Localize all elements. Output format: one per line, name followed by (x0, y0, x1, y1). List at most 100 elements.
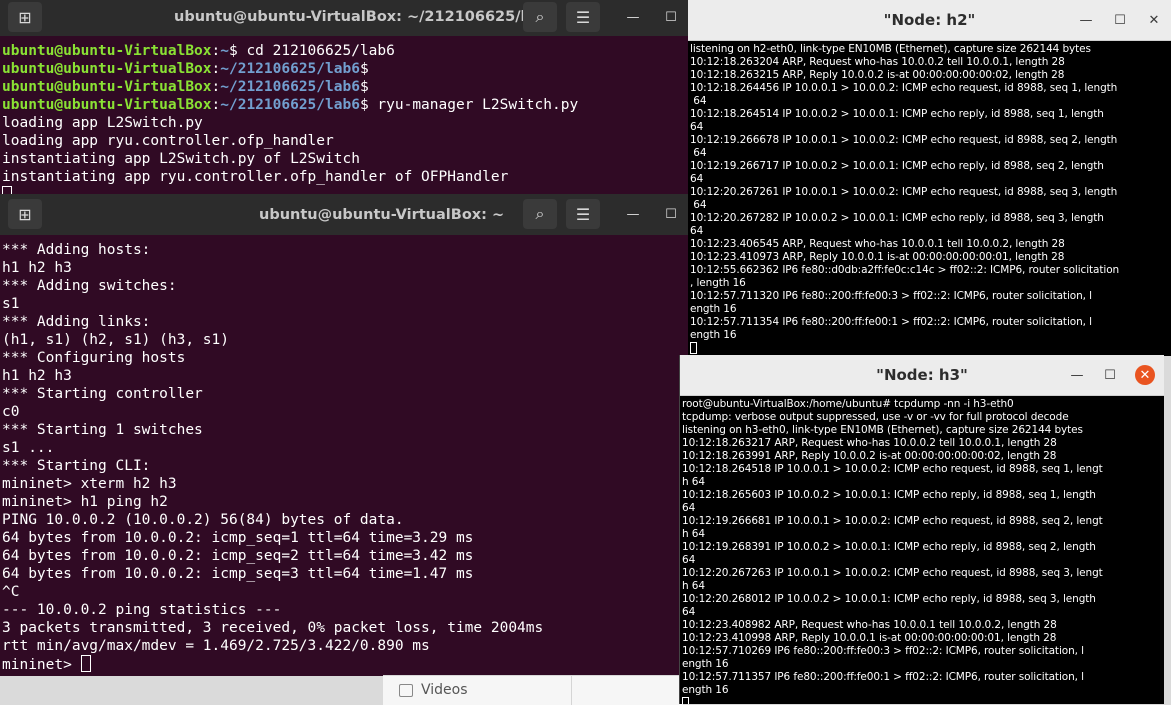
terminal-line: loading app L2Switch.py (2, 114, 688, 132)
output-text: *** Starting CLI: (2, 458, 151, 474)
minimize-button[interactable]: — (1067, 365, 1087, 385)
output-text: instantiating app L2Switch.py of L2Switc… (2, 151, 360, 167)
minimize-button[interactable]: — (622, 203, 644, 225)
minimize-button[interactable]: — (622, 6, 644, 28)
xterm-line: 64 (682, 502, 696, 514)
maximize-icon: ☐ (665, 206, 677, 222)
maximize-icon: ☐ (1104, 367, 1116, 383)
terminal-line: *** Adding switches: (2, 277, 688, 295)
xterm-line: 10:12:19.266717 IP 10.0.0.2 > 10.0.0.1: … (690, 160, 1104, 172)
terminal-line: instantiating app ryu.controller.ofp_han… (2, 168, 688, 186)
xterm-line: 10:12:20.267261 IP 10.0.0.1 > 10.0.0.2: … (690, 186, 1118, 198)
new-tab-button[interactable]: ⊞ (8, 199, 42, 229)
terminal-titlebar[interactable]: ⊞ ubuntu@ubuntu-VirtualBox: ~/212106625/… (0, 0, 688, 36)
prompt-path: ~/212106625/lab6 (220, 79, 360, 95)
terminal-output[interactable]: *** Adding hosts: h1 h2 h3 *** Adding swit… (0, 235, 688, 676)
terminal-cursor (682, 697, 689, 704)
output-text: mininet> (2, 657, 81, 673)
command-text: cd 212106625/lab6 (237, 43, 395, 59)
terminal-line: ubuntu@ubuntu-VirtualBox:~/212106625/lab… (2, 97, 579, 113)
prompt-path: ~ (220, 43, 229, 59)
terminal-line: h1 h2 h3 (2, 367, 688, 385)
hamburger-menu-icon: ☰ (575, 7, 591, 27)
close-button[interactable]: ✕ (1144, 10, 1164, 30)
close-icon: ✕ (1139, 367, 1151, 383)
maximize-button[interactable]: ☐ (660, 203, 682, 225)
terminal-line (2, 186, 688, 194)
xterm-line: 64 (690, 95, 707, 107)
output-text: 64 bytes from 10.0.0.2: icmp_seq=3 ttl=6… (2, 566, 474, 582)
terminal-line: s1 ... (2, 439, 688, 457)
close-icon: ✕ (1148, 12, 1160, 28)
terminal-line: mininet> xterm h2 h3 (2, 475, 688, 493)
search-icon: ⌕ (535, 204, 545, 223)
minimize-icon: — (626, 9, 640, 25)
prompt-user: ubuntu@ubuntu-VirtualBox (2, 43, 212, 59)
files-window-strip[interactable]: Videos (383, 675, 683, 705)
output-text: instantiating app ryu.controller.ofp_han… (2, 169, 509, 185)
new-tab-button[interactable]: ⊞ (8, 2, 42, 32)
sidebar-item-videos[interactable]: Videos (421, 682, 468, 698)
search-icon: ⌕ (535, 7, 545, 26)
xterm-output[interactable]: root@ubuntu-VirtualBox:/home/ubuntu# tcp… (680, 396, 1164, 704)
minimize-icon: — (1070, 367, 1084, 383)
output-text: mininet> xterm h2 h3 (2, 476, 177, 492)
xterm-line: 10:12:18.263204 ARP, Request who-has 10.… (690, 56, 1065, 68)
search-button[interactable]: ⌕ (523, 199, 557, 229)
terminal-line: *** Starting controller (2, 385, 688, 403)
menu-button[interactable]: ☰ (566, 2, 600, 32)
xterm-titlebar[interactable]: "Node: h2" — ☐ ✕ (688, 0, 1171, 41)
output-text: 64 bytes from 10.0.0.2: icmp_seq=2 ttl=6… (2, 548, 474, 564)
terminal-output[interactable]: ubuntu@ubuntu-VirtualBox:~$ cd 212106625… (0, 36, 688, 194)
terminal-cursor (2, 186, 12, 194)
terminal-window-ryu[interactable]: ⊞ ubuntu@ubuntu-VirtualBox: ~/212106625/… (0, 0, 688, 194)
terminal-cursor (80, 655, 91, 672)
xterm-window-h2[interactable]: "Node: h2" — ☐ ✕ listening on h2-eth0, l… (688, 0, 1171, 356)
xterm-line: 10:12:55.662362 IP6 fe80::d0db:a2ff:fe0c… (690, 264, 1120, 276)
maximize-button[interactable]: ☐ (660, 6, 682, 28)
terminal-titlebar[interactable]: ⊞ ubuntu@ubuntu-VirtualBox: ~ ⌕ ☰ — ☐ (0, 194, 688, 235)
maximize-button[interactable]: ☐ (1110, 10, 1130, 30)
menu-button[interactable]: ☰ (566, 199, 600, 229)
window-title: "Node: h2" (883, 11, 976, 29)
maximize-button[interactable]: ☐ (1100, 365, 1120, 385)
xterm-line: listening on h2-eth0, link-type EN10MB (… (690, 43, 1091, 55)
close-button[interactable]: ✕ (1135, 365, 1155, 385)
output-text: *** Adding links: (2, 314, 151, 330)
xterm-line: ength 16 (682, 658, 729, 670)
terminal-line: ubuntu@ubuntu-VirtualBox:~$ cd 212106625… (2, 43, 395, 59)
xterm-line: 64 (690, 121, 704, 133)
output-text: *** Adding switches: (2, 278, 177, 294)
prompt-path: ~/212106625/lab6 (220, 61, 360, 77)
xterm-line: ength 16 (690, 329, 737, 341)
xterm-line: 64 (690, 173, 704, 185)
xterm-line: ength 16 (682, 684, 729, 696)
output-text: h1 h2 h3 (2, 260, 72, 276)
xterm-line (690, 342, 1171, 355)
output-text: loading app L2Switch.py (2, 115, 203, 131)
window-title: ubuntu@ubuntu-VirtualBox: ~ (259, 207, 505, 223)
maximize-icon: ☐ (665, 9, 677, 25)
output-text: --- 10.0.0.2 ping statistics --- (2, 602, 282, 618)
xterm-line: 10:12:57.711320 IP6 fe80::200:ff:fe00:3 … (690, 290, 1092, 302)
output-text: loading app ryu.controller.ofp_handler (2, 133, 334, 149)
output-text: s1 (2, 296, 20, 312)
xterm-line: 64 (690, 199, 707, 211)
minimize-button[interactable]: — (1076, 10, 1096, 30)
xterm-line: h 64 (682, 476, 705, 488)
terminal-line: --- 10.0.0.2 ping statistics --- (2, 601, 688, 619)
terminal-line: s1 (2, 295, 688, 313)
xterm-window-h3[interactable]: "Node: h3" — ☐ ✕ root@ubuntu-VirtualBox:… (679, 355, 1164, 704)
xterm-line: 10:12:57.711357 IP6 fe80::200:ff:fe00:1 … (682, 671, 1084, 683)
xterm-line: 10:12:18.264456 IP 10.0.0.1 > 10.0.0.2: … (690, 82, 1118, 94)
xterm-line: 10:12:20.267282 IP 10.0.0.2 > 10.0.0.1: … (690, 212, 1104, 224)
xterm-output[interactable]: listening on h2-eth0, link-type EN10MB (… (688, 41, 1171, 356)
xterm-line: 10:12:18.264514 IP 10.0.0.2 > 10.0.0.1: … (690, 108, 1104, 120)
terminal-line: c0 (2, 403, 688, 421)
output-text: 64 bytes from 10.0.0.2: icmp_seq=1 ttl=6… (2, 530, 474, 546)
search-button[interactable]: ⌕ (523, 2, 557, 32)
terminal-line: rtt min/avg/max/mdev = 1.469/2.725/3.422… (2, 637, 688, 655)
divider (571, 676, 572, 705)
terminal-window-mininet[interactable]: ⊞ ubuntu@ubuntu-VirtualBox: ~ ⌕ ☰ — ☐ **… (0, 194, 688, 676)
xterm-titlebar[interactable]: "Node: h3" — ☐ ✕ (680, 355, 1164, 396)
